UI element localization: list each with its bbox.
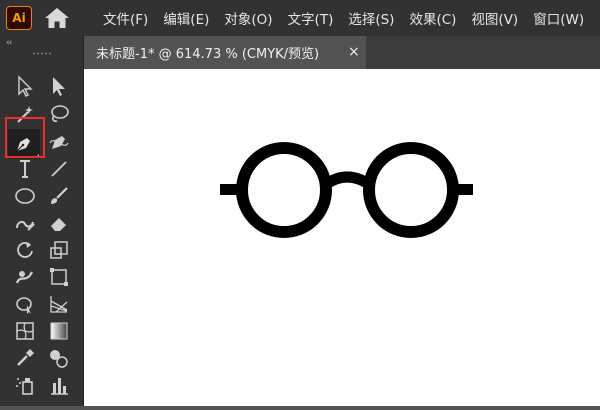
eraser-tool-icon[interactable]	[46, 211, 72, 235]
shape-builder-tool-icon[interactable]	[12, 292, 38, 316]
selection-tool-icon[interactable]	[12, 74, 38, 98]
menu-effect[interactable]: 效果(C)	[409, 8, 456, 28]
menu-file[interactable]: 文件(F)	[103, 8, 148, 28]
collapse-panel-button[interactable]: ‹‹	[6, 38, 12, 48]
warp-tool-icon[interactable]	[12, 265, 38, 289]
menu-object[interactable]: 对象(O)	[224, 8, 272, 28]
free-transform-tool-icon[interactable]	[46, 265, 72, 289]
perspective-grid-tool-icon[interactable]	[46, 292, 72, 316]
left-lens	[236, 142, 332, 238]
menu-view[interactable]: 视图(V)	[471, 8, 518, 28]
mesh-tool-icon[interactable]	[12, 319, 38, 343]
menu-edit[interactable]: 编辑(E)	[163, 8, 209, 28]
rotate-tool-icon[interactable]	[12, 238, 38, 262]
lasso-tool-icon[interactable]	[46, 102, 72, 126]
column-graph-tool-icon[interactable]	[46, 373, 72, 397]
ellipse-tool-icon[interactable]	[12, 184, 38, 208]
line-segment-tool-icon[interactable]	[46, 157, 72, 181]
blend-tool-icon[interactable]	[46, 346, 72, 370]
paintbrush-tool-icon[interactable]	[46, 184, 72, 208]
direct-selection-tool-icon[interactable]	[46, 74, 72, 98]
menu-window[interactable]: 窗口(W)	[533, 8, 584, 28]
menu-type[interactable]: 文字(T)	[288, 8, 334, 28]
tools-panel: ‹‹	[0, 36, 84, 406]
main-menu: 文件(F) 编辑(E) 对象(O) 文字(T) 选择(S) 效果(C) 视图(V…	[103, 0, 599, 36]
artboard-canvas[interactable]	[84, 69, 600, 406]
pen-tool-highlight	[5, 117, 45, 158]
gradient-tool-icon[interactable]	[46, 319, 72, 343]
symbol-sprayer-tool-icon[interactable]	[12, 373, 38, 397]
right-lens	[363, 142, 459, 238]
illustrator-logo: Ai	[6, 6, 32, 30]
eyedropper-tool-icon[interactable]	[12, 346, 38, 370]
type-tool-icon[interactable]	[12, 157, 38, 181]
curvature-tool-icon[interactable]	[46, 130, 72, 154]
left-temple	[220, 184, 244, 195]
menu-select[interactable]: 选择(S)	[348, 8, 394, 28]
glasses-bridge	[321, 171, 374, 190]
close-tab-button[interactable]: ×	[348, 44, 360, 60]
document-tab[interactable]: 未标题-1* @ 614.73 % (CMYK/预览) ×	[84, 36, 366, 69]
right-temple	[451, 184, 473, 195]
menu-bar: Ai 文件(F) 编辑(E) 对象(O) 文字(T) 选择(S) 效果(C) 视…	[0, 0, 600, 36]
panel-grip[interactable]	[32, 52, 52, 55]
document-tab-bar: 未标题-1* @ 614.73 % (CMYK/预览) ×	[84, 36, 600, 69]
home-icon[interactable]	[44, 7, 70, 29]
document-title: 未标题-1* @ 614.73 % (CMYK/预览)	[96, 47, 320, 62]
shaper-tool-icon[interactable]	[12, 211, 38, 235]
scale-tool-icon[interactable]	[46, 238, 72, 262]
glasses-artwork[interactable]	[84, 69, 600, 406]
